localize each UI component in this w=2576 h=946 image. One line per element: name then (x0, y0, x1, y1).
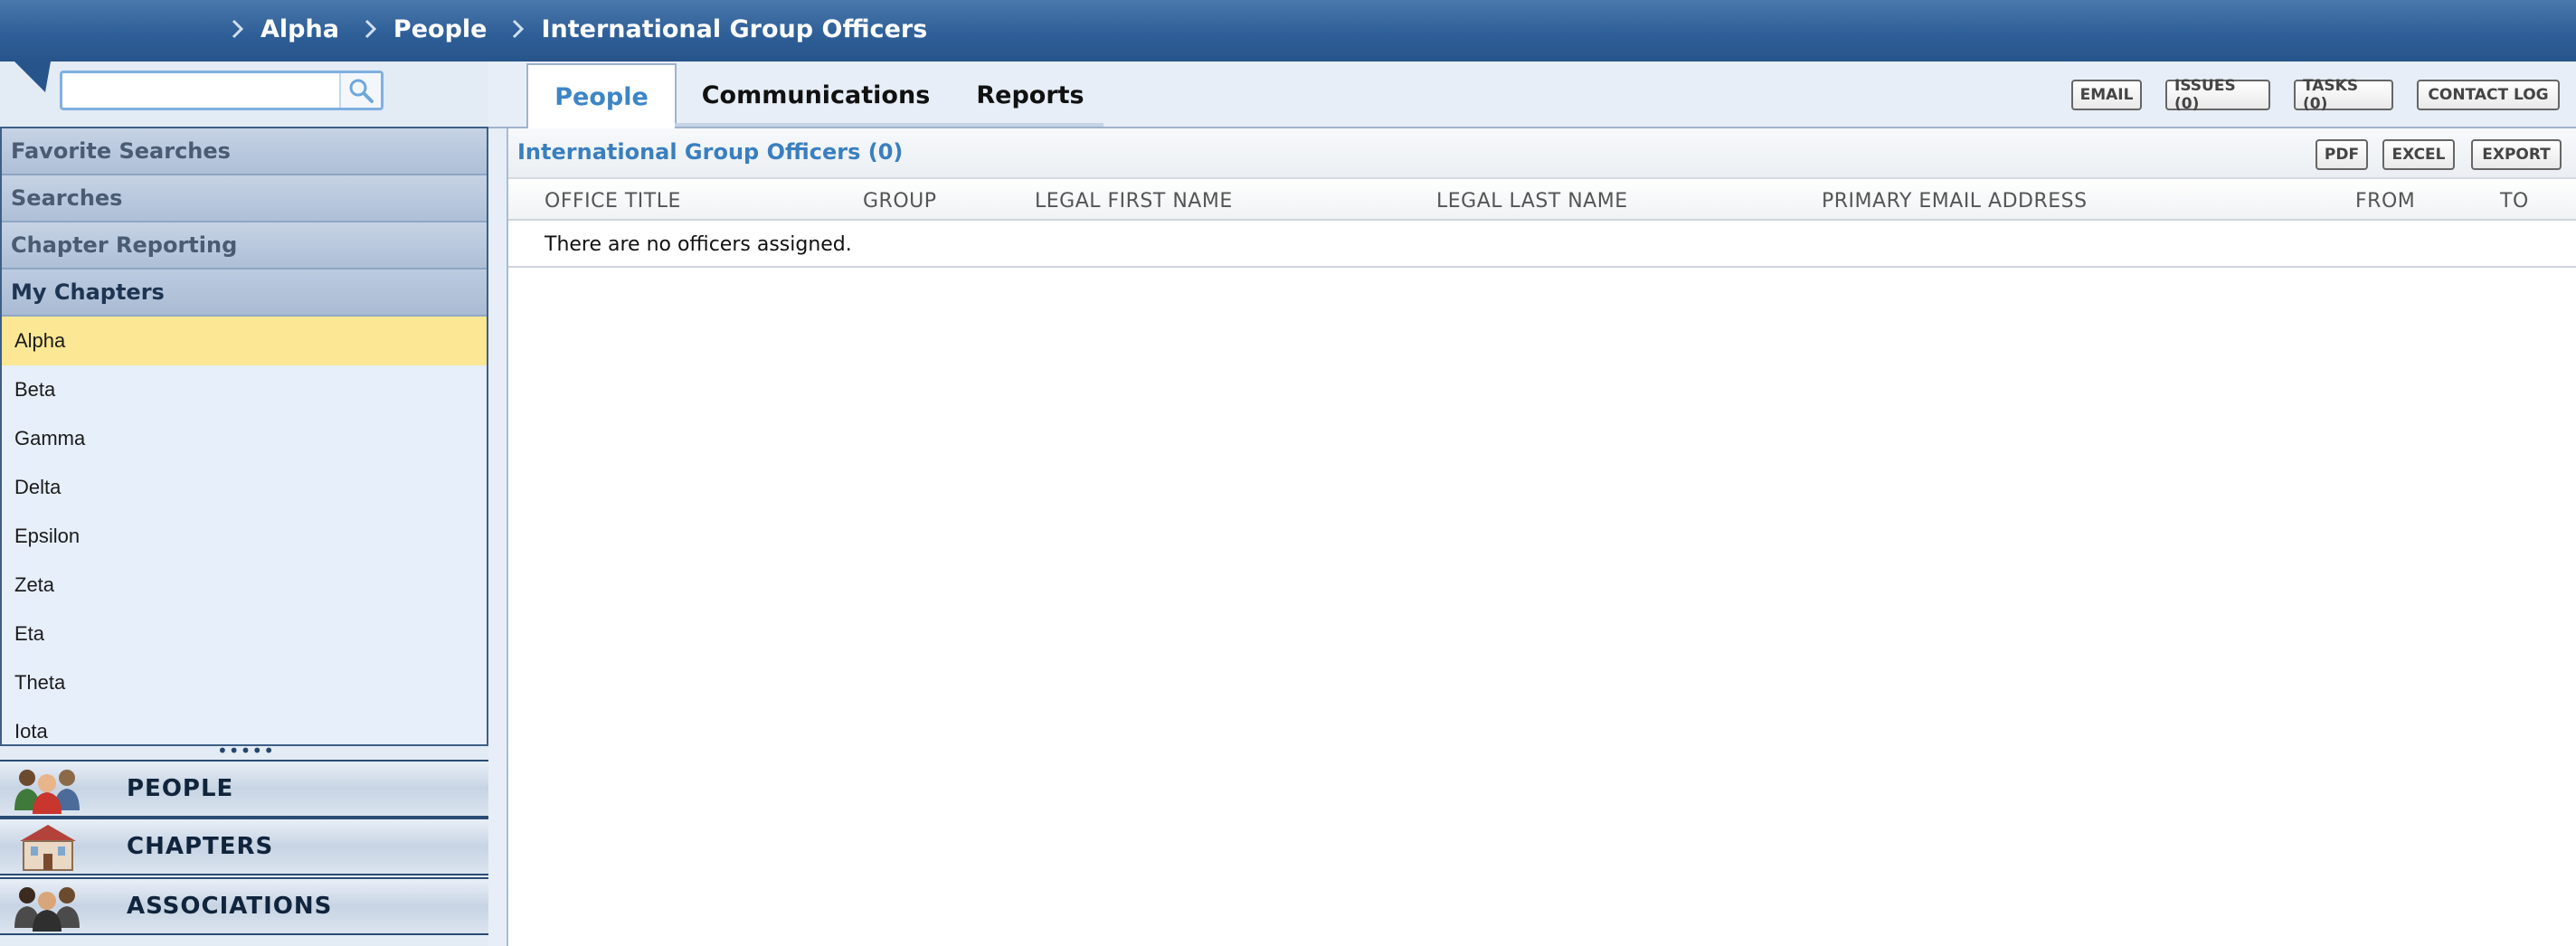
chapter-item-alpha[interactable]: Alpha (2, 317, 487, 365)
nav-section-searches[interactable]: Searches (2, 175, 487, 222)
chapter-item-gamma[interactable]: Gamma (2, 414, 487, 463)
column-to[interactable]: TO (2500, 190, 2529, 213)
tab-people[interactable]: People (526, 63, 677, 128)
tab-underline (675, 123, 1103, 127)
chapter-item-epsilon[interactable]: Epsilon (2, 512, 487, 561)
pdf-button[interactable]: PDF (2316, 139, 2368, 170)
export-button[interactable]: EXPORT (2471, 139, 2562, 170)
breadcrumb-item-current[interactable]: International Group Officers (541, 15, 927, 43)
chapter-item-theta[interactable]: Theta (2, 658, 487, 707)
panel-title: International Group Officers (0) (517, 139, 904, 165)
panel-resize-handle[interactable]: ••••• (217, 742, 274, 760)
empty-message: There are no officers assigned. (545, 233, 852, 256)
nav-section-my-chapters[interactable]: My Chapters (2, 270, 487, 317)
search-input[interactable] (64, 75, 348, 108)
issues-button[interactable]: ISSUES (0) (2165, 77, 2270, 113)
tab-reports[interactable]: Reports (955, 63, 1105, 127)
column-primary-email[interactable]: PRIMARY EMAIL ADDRESS (1822, 190, 2088, 213)
chapter-item-delta[interactable]: Delta (2, 463, 487, 512)
chevron-right-icon (226, 15, 250, 43)
column-group[interactable]: GROUP (863, 190, 937, 213)
corner-flag-icon (14, 61, 51, 92)
chapter-item-eta[interactable]: Eta (2, 610, 487, 658)
search-button[interactable] (339, 73, 381, 108)
search-icon (349, 79, 374, 103)
chevron-right-icon (359, 15, 383, 43)
tasks-button[interactable]: TASKS (0) (2294, 77, 2393, 113)
breadcrumb: Alpha People International Group Officer… (226, 0, 947, 58)
column-from[interactable]: FROM (2355, 190, 2415, 213)
nav-section-chapter-reporting[interactable]: Chapter Reporting (2, 222, 487, 270)
chapter-item-zeta[interactable]: Zeta (2, 561, 487, 610)
table-header: OFFICE TITLE GROUP LEGAL FIRST NAME LEGA… (508, 179, 2576, 221)
officers-panel: International Group Officers (0) PDF EXC… (508, 128, 2576, 946)
email-button[interactable]: EMAIL (2071, 80, 2142, 110)
excel-button[interactable]: EXCEL (2382, 139, 2455, 170)
chapter-list: Alpha Beta Gamma Delta Epsilon Zeta Eta … (2, 317, 487, 744)
module-associations[interactable]: ASSOCIATIONS (0, 877, 488, 935)
column-legal-last-name[interactable]: LEGAL LAST NAME (1436, 190, 1628, 213)
top-bar: Alpha People International Group Officer… (0, 0, 2576, 61)
chapter-house-icon (20, 825, 76, 871)
breadcrumb-item-people[interactable]: People (393, 15, 488, 43)
navigation-panel: Favorite Searches Searches Chapter Repor… (0, 127, 488, 746)
module-people[interactable]: PEOPLE (0, 760, 488, 818)
search-box (60, 71, 384, 110)
module-chapters-label: CHAPTERS (127, 833, 274, 860)
associations-group-icon (14, 887, 80, 932)
panel-header: International Group Officers (0) PDF EXC… (508, 128, 2576, 179)
breadcrumb-item-alpha[interactable]: Alpha (260, 15, 339, 43)
module-chapters[interactable]: CHAPTERS (0, 818, 488, 875)
column-office-title[interactable]: OFFICE TITLE (545, 190, 681, 213)
chevron-right-icon (507, 15, 530, 43)
contact-log-button[interactable]: CONTACT LOG (2417, 80, 2560, 110)
people-group-icon (14, 770, 80, 814)
column-legal-first-name[interactable]: LEGAL FIRST NAME (1035, 190, 1233, 213)
chapter-item-beta[interactable]: Beta (2, 365, 487, 414)
nav-section-favorite-searches[interactable]: Favorite Searches (2, 128, 487, 175)
table-row: There are no officers assigned. (508, 221, 2576, 268)
tab-communications[interactable]: Communications (677, 63, 955, 127)
module-people-label: PEOPLE (127, 775, 234, 802)
module-associations-label: ASSOCIATIONS (127, 893, 333, 920)
